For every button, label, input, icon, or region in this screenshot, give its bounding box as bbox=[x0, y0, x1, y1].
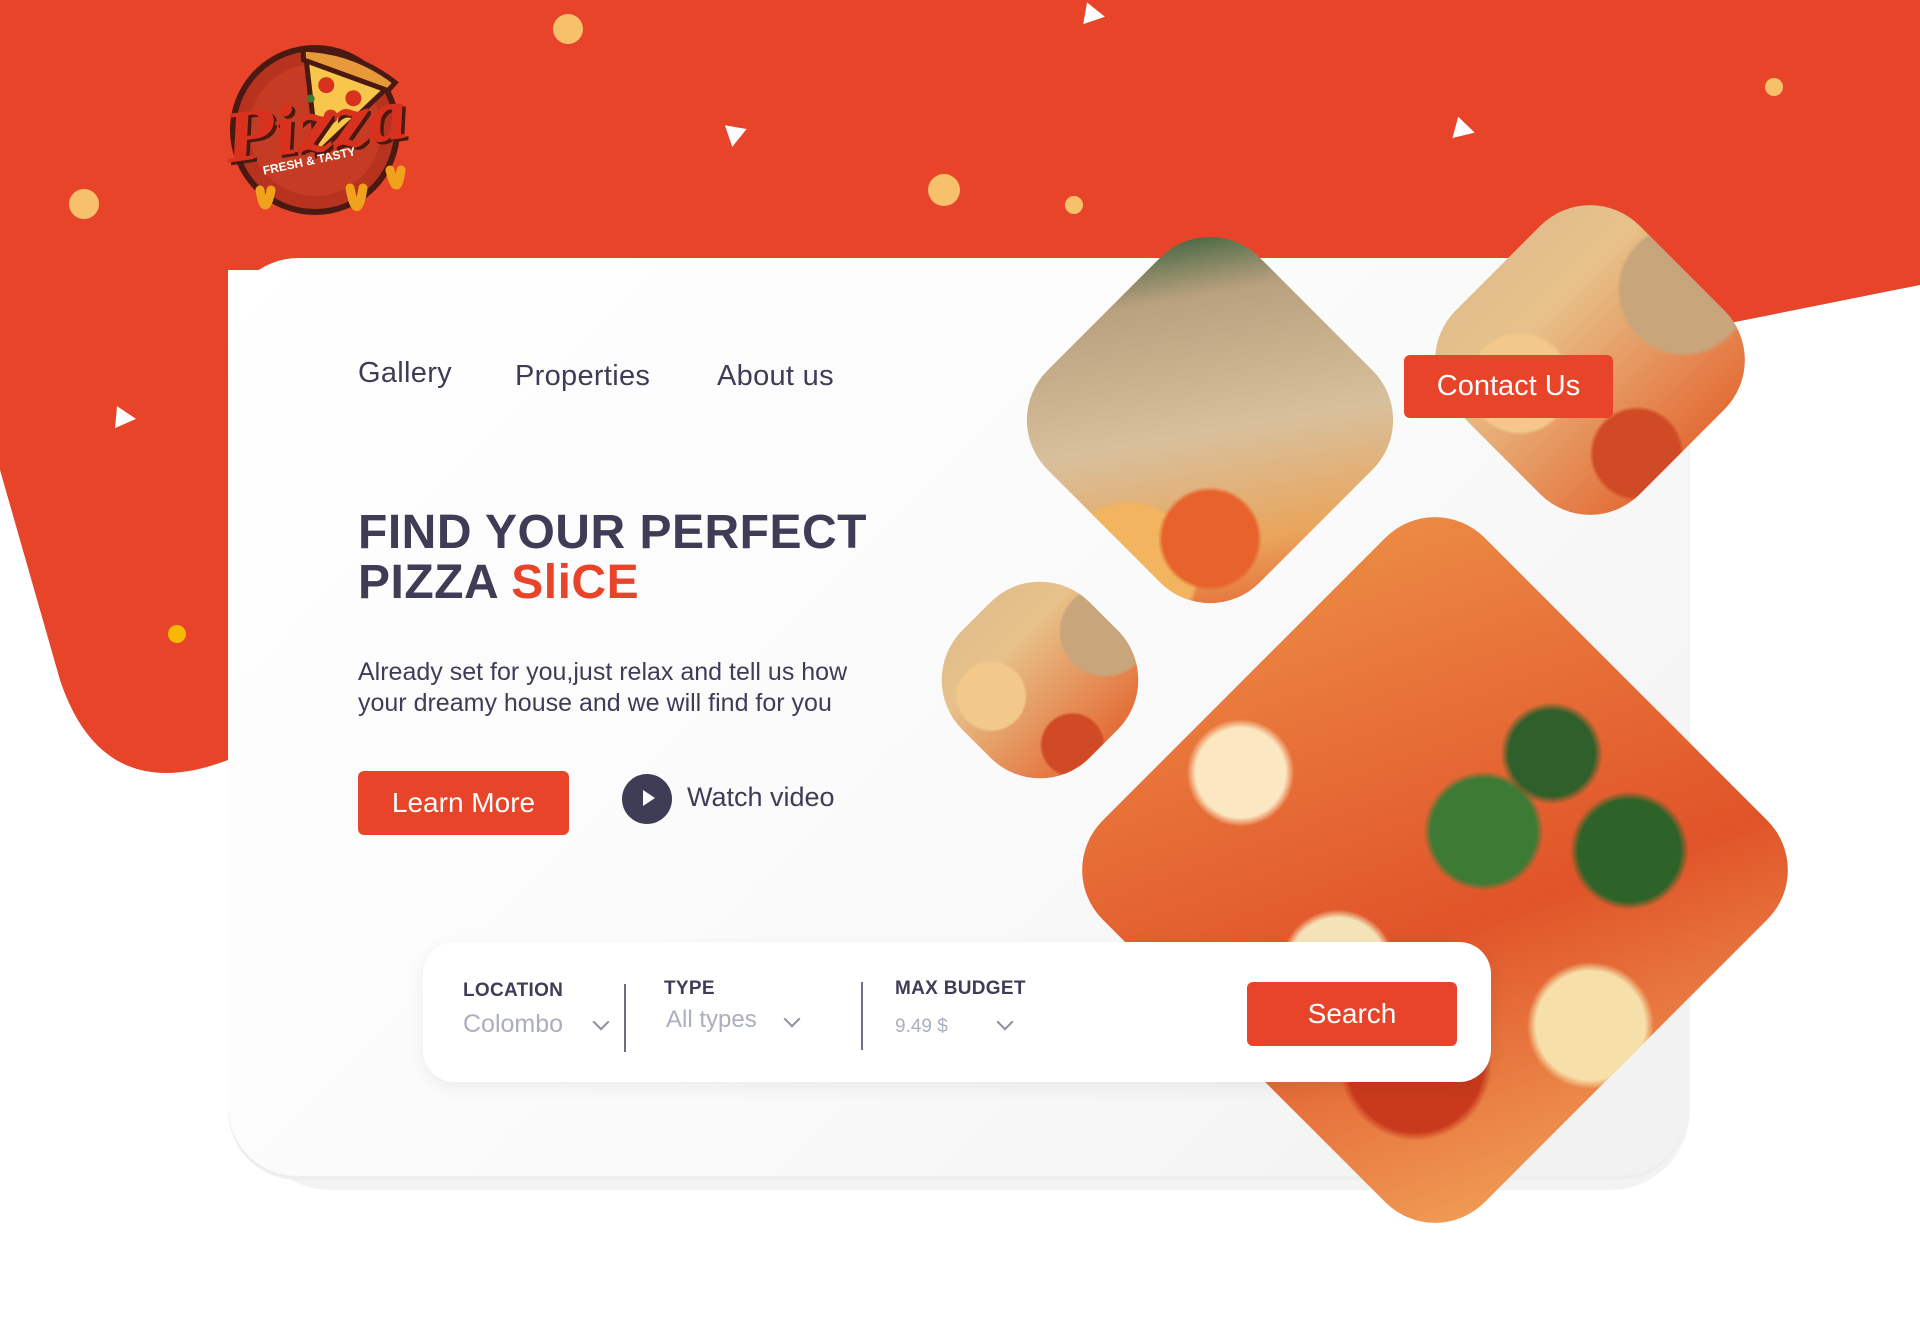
hero-description: Already set for you,just relax and tell … bbox=[358, 658, 848, 717]
confetti-dot bbox=[553, 14, 583, 44]
confetti-triangle bbox=[721, 125, 747, 149]
budget-select[interactable]: 9.49 $ bbox=[895, 1016, 948, 1038]
nav-link-properties[interactable]: Properties bbox=[515, 360, 650, 393]
confetti-triangle bbox=[115, 406, 137, 430]
type-label: TYPE bbox=[664, 978, 715, 999]
hero-title: FIND YOUR PERFECT PIZZA SliCE bbox=[358, 508, 867, 608]
hero-title-line1: FIND YOUR PERFECT bbox=[358, 506, 867, 559]
hero-title-accent: SliCE bbox=[511, 556, 640, 609]
nav-link-gallery[interactable]: Gallery bbox=[358, 357, 452, 390]
confetti-dot bbox=[1065, 196, 1083, 214]
location-select[interactable]: Colombo bbox=[463, 1010, 563, 1039]
play-icon bbox=[643, 790, 655, 806]
hero-title-line2: PIZZA SliCE bbox=[358, 558, 867, 608]
confetti-dot bbox=[168, 625, 186, 643]
nav-link-about-us[interactable]: About us bbox=[717, 360, 834, 393]
confetti-dot bbox=[69, 189, 99, 219]
watch-video-link[interactable]: Watch video bbox=[687, 782, 835, 813]
confetti-triangle bbox=[1083, 2, 1107, 28]
learn-more-button[interactable]: Learn More bbox=[358, 771, 569, 835]
max-budget-label: MAX BUDGET bbox=[895, 978, 1026, 999]
hero-title-prefix: PIZZA bbox=[358, 556, 498, 609]
field-divider bbox=[624, 984, 626, 1052]
confetti-dot bbox=[928, 174, 960, 206]
type-select[interactable]: All types bbox=[666, 1006, 757, 1034]
confetti-dot bbox=[1765, 78, 1783, 96]
location-label: LOCATION bbox=[463, 980, 564, 1001]
search-button[interactable]: Search bbox=[1247, 982, 1457, 1046]
field-divider bbox=[861, 982, 863, 1050]
contact-us-button[interactable]: Contact Us bbox=[1404, 355, 1613, 418]
